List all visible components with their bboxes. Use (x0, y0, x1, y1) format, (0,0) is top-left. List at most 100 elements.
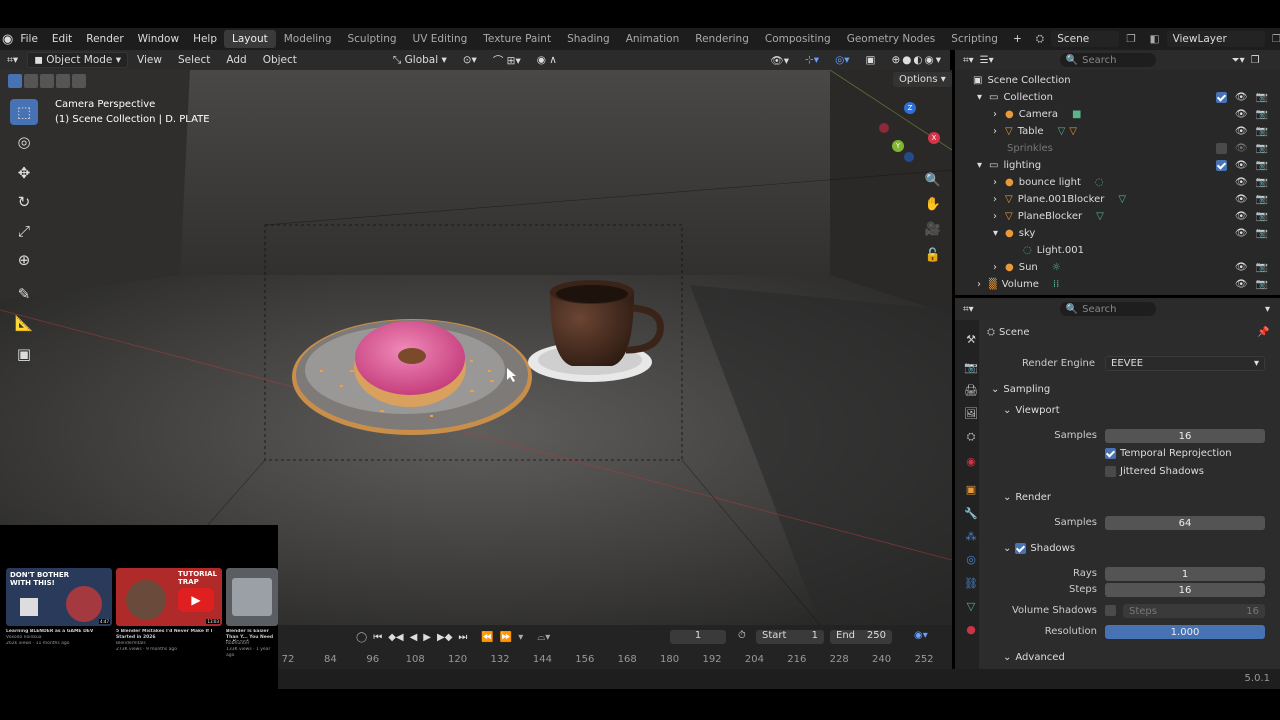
modifier-tab-icon[interactable]: 🔧 (961, 504, 981, 522)
eye-icon[interactable]: 👁 (1235, 279, 1248, 290)
camera-view-icon[interactable]: 🎥 (922, 218, 944, 240)
collapse-icon[interactable]: ▾ (977, 160, 989, 171)
next-icon[interactable]: ⏩ (500, 632, 512, 643)
camera-render-icon[interactable]: 📷 (1256, 279, 1268, 290)
new-view-layer-icon[interactable]: ❐ (1265, 33, 1280, 45)
thumbnail-2[interactable]: TUTORIAL TRAP ▶ 13:03 (116, 568, 222, 626)
eye-icon[interactable]: 👁 (1235, 211, 1248, 222)
eye-icon[interactable]: 👁 (1235, 262, 1248, 273)
pan-hand-icon[interactable]: ✋ (922, 193, 944, 215)
outliner-row-camera[interactable]: › ● Camera ■ 👁 📷 (955, 106, 1280, 123)
eye-icon[interactable]: 👁 (1235, 92, 1248, 103)
render-samples-field[interactable]: 64 (1105, 516, 1265, 530)
outliner-row-sprinkles[interactable]: Sprinkles 👁 📷 (955, 140, 1280, 157)
eye-icon[interactable]: 👁 (1235, 228, 1248, 239)
move-tool-icon[interactable]: ✥ (10, 160, 38, 186)
expand-icon[interactable]: › (993, 262, 1005, 273)
eye-icon[interactable]: 👁 (1235, 160, 1248, 171)
outliner-editor-type-icon[interactable]: ⌗▾ (963, 55, 974, 66)
jump-start-icon[interactable]: ⏮ (373, 632, 382, 643)
scene-name[interactable]: Scene (1051, 31, 1120, 47)
scene-tab-icon[interactable]: ⛭ (961, 428, 981, 446)
physics-tab-icon[interactable]: ◎ (961, 550, 981, 568)
tab-shading[interactable]: Shading (559, 30, 618, 48)
transform-tool-icon[interactable]: ⊕ (10, 247, 38, 273)
menu-view[interactable]: View (130, 52, 169, 68)
menu-object[interactable]: Object (256, 52, 304, 68)
expand-icon[interactable]: › (993, 109, 1005, 120)
shading-modes-icon[interactable]: ⊕●◐◉▾ (884, 52, 950, 68)
rays-field[interactable]: 1 (1105, 567, 1265, 581)
collapse-icon[interactable]: ▾ (977, 92, 989, 103)
jittered-shadows-checkbox[interactable]: Jittered Shadows (1105, 466, 1204, 477)
lock-icon[interactable]: 🔓 (922, 244, 944, 266)
resolution-field[interactable]: 1.000 (1105, 625, 1265, 639)
filter-icon[interactable]: ⏷▾ (1232, 55, 1245, 66)
timeline-view-icon[interactable]: ◉▾ (914, 630, 928, 641)
render-tab-icon[interactable]: 📷 (961, 358, 981, 376)
eye-icon[interactable]: 👁 (1235, 126, 1248, 137)
outliner-row-collection[interactable]: ▾ ▭ Collection 👁 📷 (955, 89, 1280, 106)
properties-editor-type-icon[interactable]: ⌗▾ (963, 304, 974, 315)
tab-animation[interactable]: Animation (618, 30, 688, 48)
play-reverse-icon[interactable]: ◀ (410, 632, 418, 643)
shadows-checkbox[interactable] (1015, 543, 1027, 554)
render-subpanel-header[interactable]: ⌄ Render (1003, 492, 1051, 503)
collapse-icon[interactable]: ▾ (993, 228, 1005, 239)
timeline[interactable]: ◯ ⏮ ◆◀ ◀ ▶ ▶◆ ⏭ ⏪ ⏩ ▾ ⌓▾ 1 ⏱ Start 1 End 2… (278, 625, 952, 669)
camera-render-icon[interactable]: 📷 (1256, 177, 1268, 188)
outliner-row-table[interactable]: › ▽ Table ▽ ▽ 👁 📷 (955, 123, 1280, 140)
expand-icon[interactable]: › (993, 194, 1005, 205)
gizmo-x-axis[interactable]: X (928, 132, 940, 144)
menu-render[interactable]: Render (79, 33, 130, 45)
volume-shadows-steps-field[interactable]: Steps 16 (1123, 604, 1265, 618)
tab-compositing[interactable]: Compositing (757, 30, 839, 48)
render-engine-dropdown[interactable]: EEVEE ▾ (1105, 356, 1265, 371)
properties-search-input[interactable]: 🔍 Search (1059, 302, 1156, 316)
outliner-row-sun[interactable]: › ● Sun ☼ 👁 📷 (955, 259, 1280, 276)
thumbnail-1[interactable]: DON'T BOTHER WITH THIS! 4:47 (6, 568, 112, 626)
view-layer-icon[interactable]: ◧ (1143, 33, 1167, 45)
pin-icon[interactable]: 📌 (1257, 327, 1269, 338)
navigation-gizmo[interactable]: Z X Y (876, 100, 942, 166)
constraints-tab-icon[interactable]: ⛓ (961, 574, 981, 592)
temporal-reprojection-checkbox[interactable]: Temporal Reprojection (1105, 448, 1232, 459)
select-extend-icon[interactable] (24, 74, 38, 88)
jump-end-icon[interactable]: ⏭ (458, 632, 467, 643)
expand-icon[interactable]: › (993, 211, 1005, 222)
thumbnail-3[interactable] (226, 568, 278, 626)
gizmo-toggle-icon[interactable]: ⊹▾ (798, 52, 826, 68)
select-subtract-icon[interactable] (40, 74, 54, 88)
camera-render-icon[interactable]: 📷 (1256, 211, 1268, 222)
menu-window[interactable]: Window (131, 33, 186, 45)
previous-icon[interactable]: ⏪ (481, 632, 493, 643)
eye-icon[interactable]: 👁 (1235, 194, 1248, 205)
xray-icon[interactable]: ▣ (859, 52, 883, 68)
new-scene-icon[interactable]: ❐ (1119, 33, 1142, 45)
viewport-samples-field[interactable]: 16 (1105, 429, 1265, 443)
measure-tool-icon[interactable]: 📐 (10, 310, 38, 336)
outliner-search-input[interactable]: 🔍 Search (1059, 53, 1156, 67)
outliner-row-scene-collection[interactable]: ▣ Scene Collection (955, 72, 1280, 89)
tab-sculpting[interactable]: Sculpting (339, 30, 404, 48)
particles-tab-icon[interactable]: ⁂ (961, 527, 981, 545)
camera-render-icon[interactable]: 📷 (1256, 109, 1268, 120)
tab-modeling[interactable]: Modeling (276, 30, 340, 48)
menu-select[interactable]: Select (171, 52, 217, 68)
exclude-checkbox[interactable] (1215, 143, 1227, 154)
shadows-subpanel-header[interactable]: ⌄ Shadows (1003, 543, 1075, 554)
tab-texture-paint[interactable]: Texture Paint (475, 30, 559, 48)
camera-render-icon[interactable]: 📷 (1256, 143, 1268, 154)
outliner-row-plane001blocker[interactable]: › ▽ Plane.001Blocker ▽ 👁 📷 (955, 191, 1280, 208)
material-tab-icon[interactable]: ● (961, 620, 981, 638)
output-tab-icon[interactable]: 🖨 (961, 381, 981, 399)
proportional-edit-icon[interactable]: ◉ ∧ (530, 52, 564, 68)
checkbox[interactable] (1105, 448, 1116, 459)
steps-field[interactable]: 16 (1105, 583, 1265, 597)
mode-dropdown[interactable]: ◼ Object Mode ▾ (27, 52, 129, 68)
tab-rendering[interactable]: Rendering (687, 30, 757, 48)
camera-render-icon[interactable]: 📷 (1256, 160, 1268, 171)
select-intersect-icon[interactable] (72, 74, 86, 88)
select-new-icon[interactable] (8, 74, 22, 88)
gizmo-neg-x[interactable] (879, 123, 889, 133)
